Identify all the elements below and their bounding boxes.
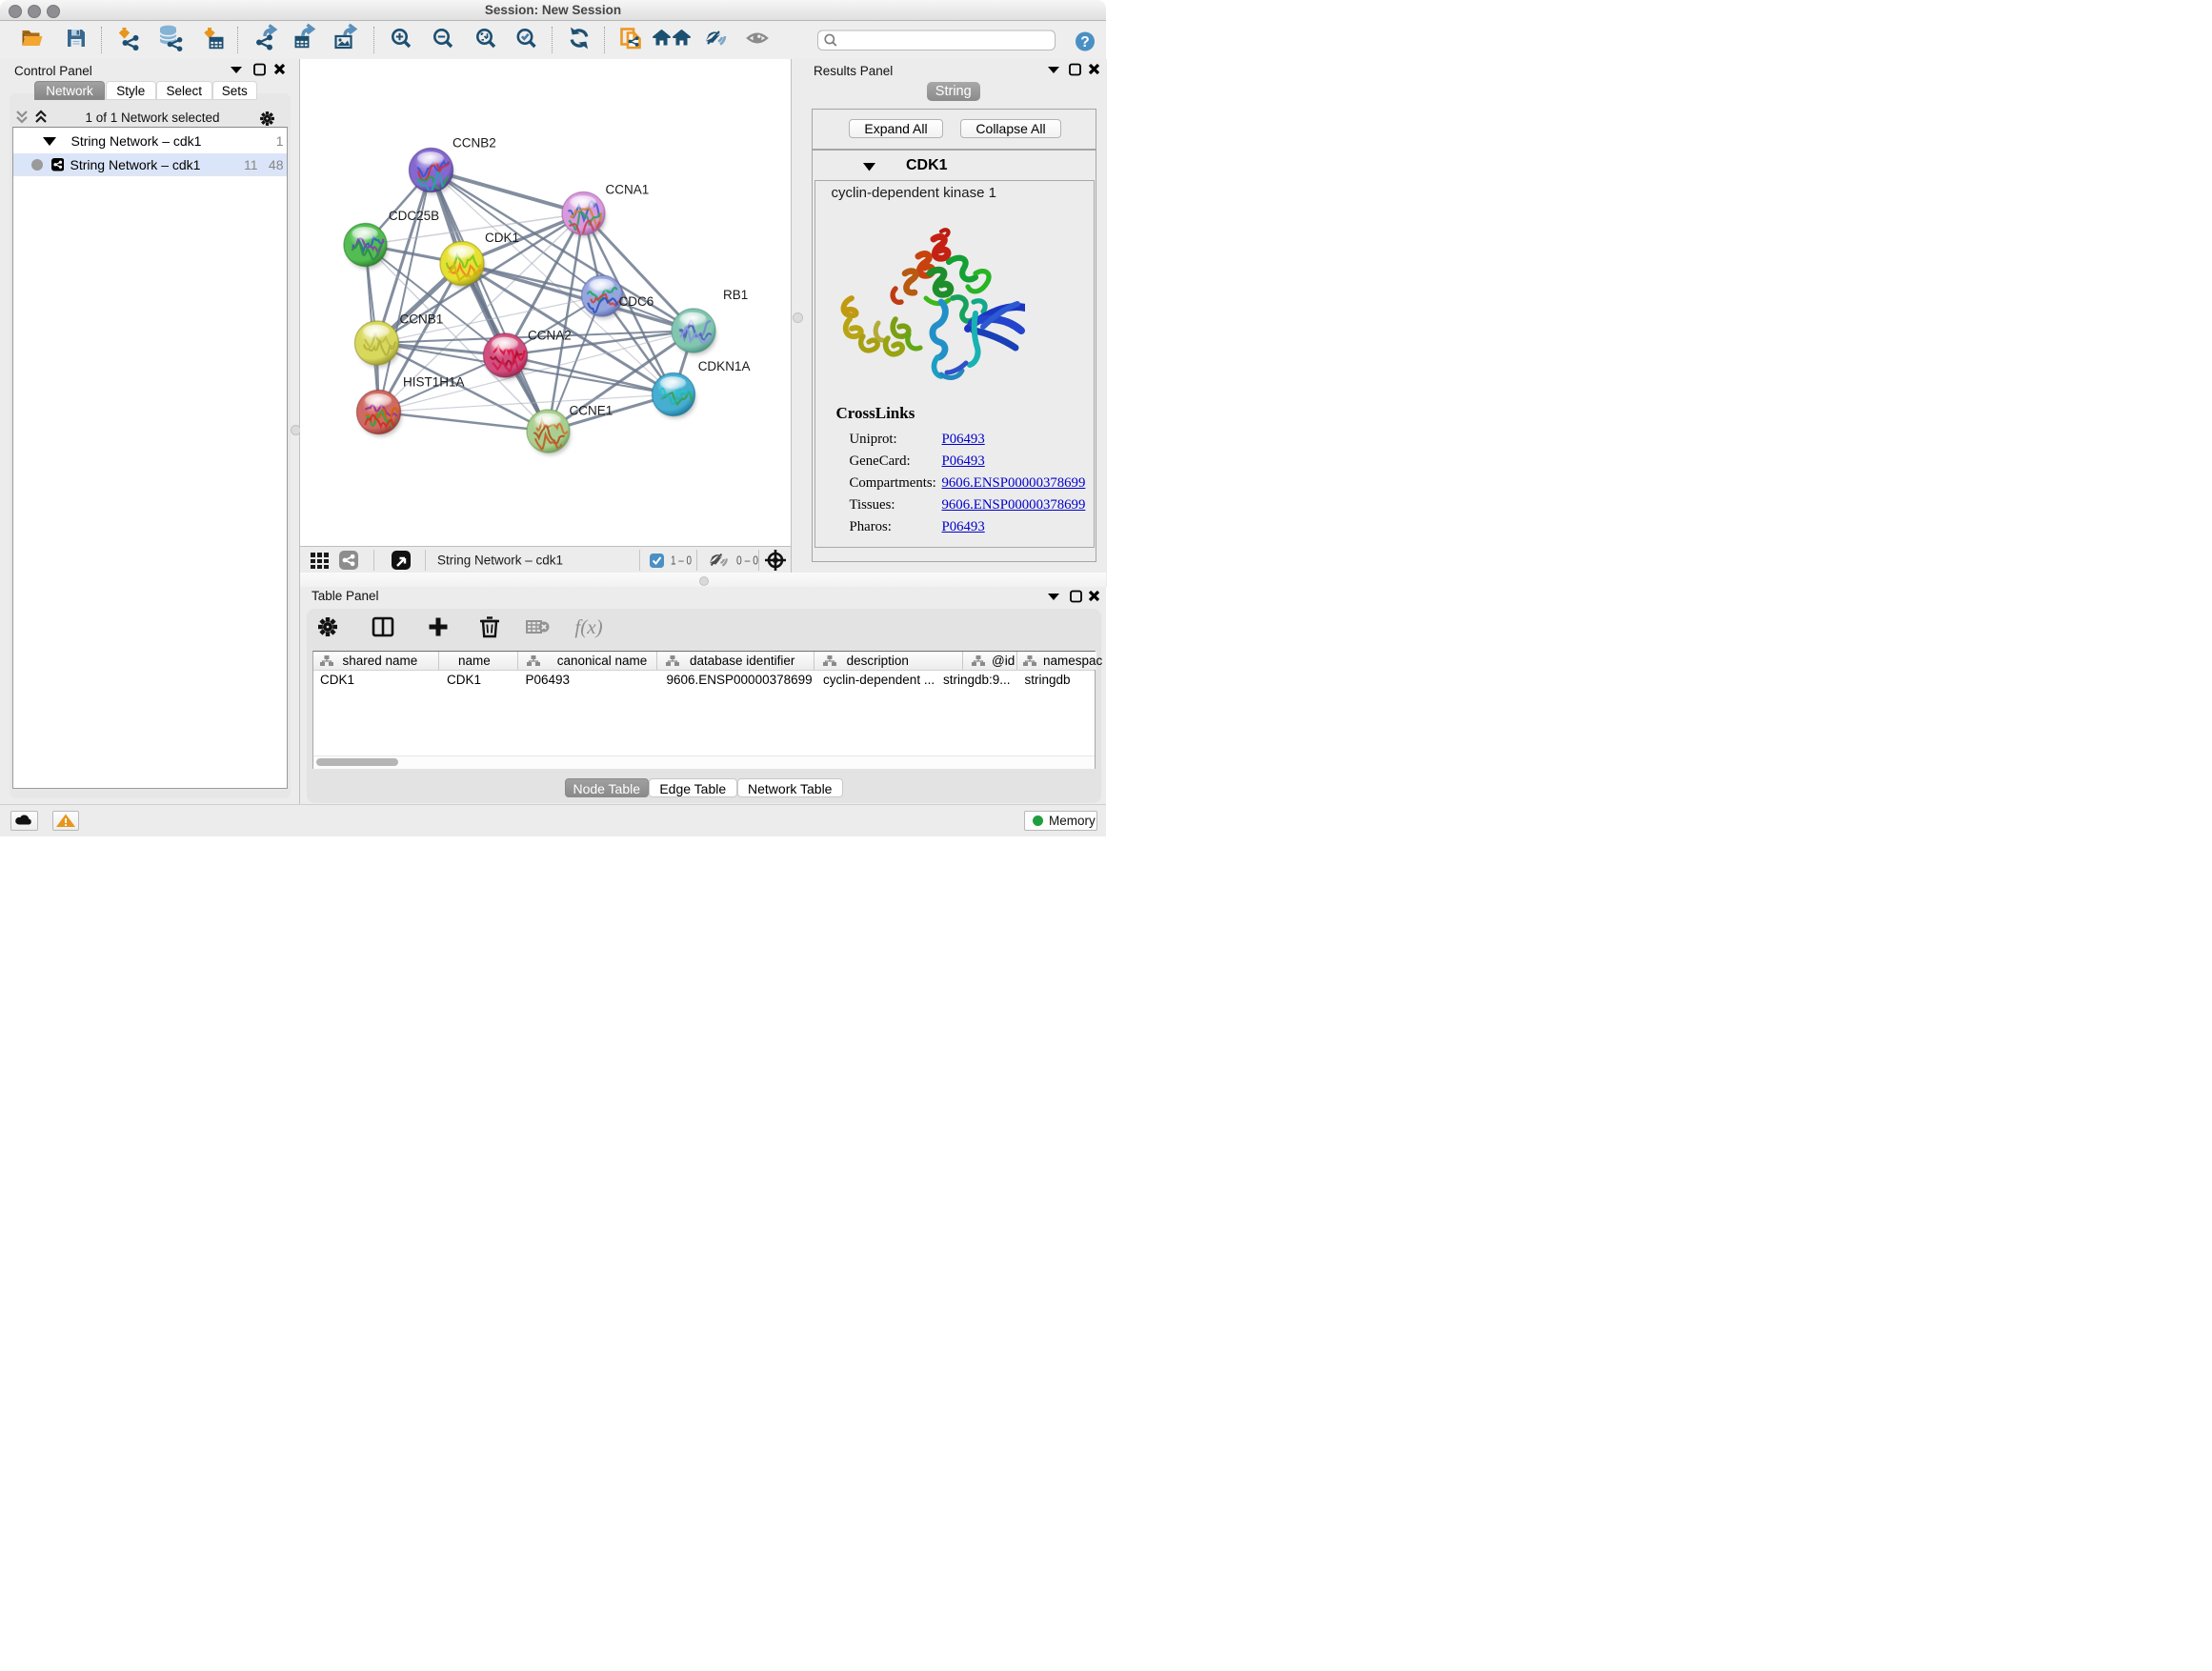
svg-text:0 – 0: 0 – 0	[736, 554, 758, 568]
svg-text:CDKN1A: CDKN1A	[698, 359, 751, 373]
svg-text:1 – 0: 1 – 0	[671, 554, 692, 568]
svg-text:RB1: RB1	[723, 288, 748, 302]
svg-text:CCNA1: CCNA1	[606, 183, 650, 197]
svg-text:CCNA2: CCNA2	[528, 329, 572, 343]
svg-text:CCNE1: CCNE1	[570, 404, 613, 418]
svg-text:f(x): f(x)	[574, 615, 602, 638]
svg-text:?: ?	[1080, 34, 1089, 50]
svg-text:HIST1H1A: HIST1H1A	[403, 375, 465, 390]
svg-text:CCNB2: CCNB2	[452, 136, 496, 151]
svg-text:CDC6: CDC6	[619, 294, 654, 309]
svg-text:CDC25B: CDC25B	[389, 209, 439, 223]
svg-text:String Network – cdk1: String Network – cdk1	[437, 554, 563, 568]
svg-text:CCNB1: CCNB1	[400, 312, 444, 327]
svg-text:CDK1: CDK1	[485, 231, 519, 245]
